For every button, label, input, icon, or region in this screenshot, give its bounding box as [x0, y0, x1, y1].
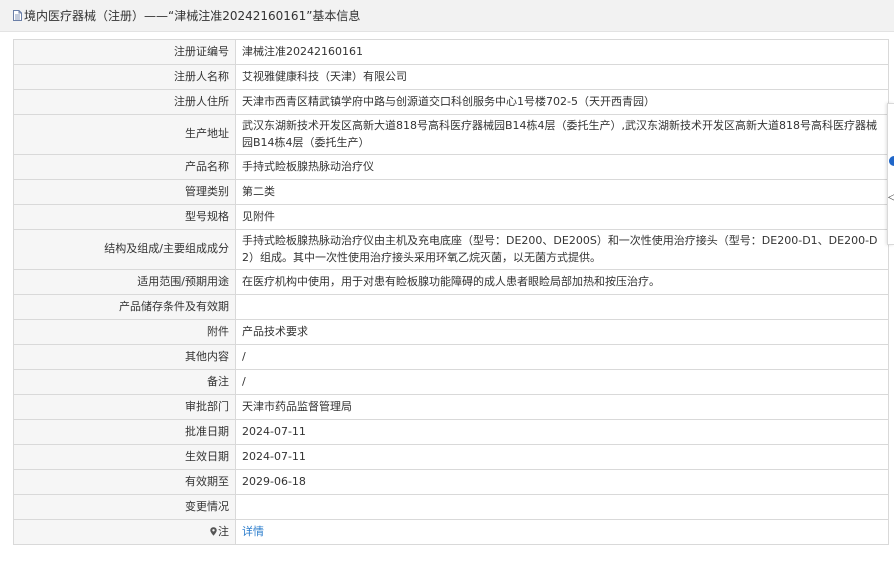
row-value: 2024-07-11 [235, 444, 889, 470]
details-link[interactable]: 详情 [242, 525, 264, 538]
pin-icon [210, 525, 217, 536]
table-row: 附件 产品技术要求 [13, 319, 889, 345]
document-icon [13, 10, 22, 21]
note-label-text: 注 [218, 524, 229, 538]
chat-icon[interactable] [889, 156, 894, 166]
note-value: 详情 [235, 519, 889, 545]
row-label: 审批部门 [13, 394, 236, 420]
row-label: 批准日期 [13, 419, 236, 445]
row-label: 产品名称 [13, 154, 236, 180]
row-label: 附件 [13, 319, 236, 345]
table-row: 生产地址 武汉东湖新技术开发区高新大道818号高科医疗器械园B14栋4层（委托生… [13, 114, 889, 155]
row-label: 适用范围/预期用途 [13, 269, 236, 295]
table-row: 适用范围/预期用途 在医疗机构中使用，用于对患有睑板腺功能障碍的成人患者眼睑局部… [13, 269, 889, 295]
table-row: 结构及组成/主要组成成分 手持式睑板腺热脉动治疗仪由主机及充电底座（型号：DE2… [13, 229, 889, 270]
row-value: 手持式睑板腺热脉动治疗仪 [235, 154, 889, 180]
table-row: 变更情况 [13, 494, 889, 520]
row-value: 天津市西青区精武镇学府中路与创源道交口科创服务中心1号楼702-5（天开西青园） [235, 89, 889, 115]
side-toolbar-icon[interactable]: ◁ [888, 192, 894, 203]
row-label: 生效日期 [13, 444, 236, 470]
table-row: 备注 / [13, 369, 889, 395]
row-value: 艾视雅健康科技（天津）有限公司 [235, 64, 889, 90]
table-row: 注册证编号 津械注准20242160161 [13, 39, 889, 65]
row-value: 2024-07-11 [235, 419, 889, 445]
table-row: 管理类别 第二类 [13, 179, 889, 205]
floating-side-toolbar[interactable]: ◁ [887, 103, 894, 245]
table-row: 产品储存条件及有效期 [13, 294, 889, 320]
row-value [235, 294, 889, 320]
row-value: 手持式睑板腺热脉动治疗仪由主机及充电底座（型号：DE200、DE200S）和一次… [235, 229, 889, 270]
row-value: / [235, 344, 889, 370]
table-row: 注册人名称 艾视雅健康科技（天津）有限公司 [13, 64, 889, 90]
table-row: 有效期至 2029-06-18 [13, 469, 889, 495]
row-value: 第二类 [235, 179, 889, 205]
detail-table: 注册证编号 津械注准20242160161 注册人名称 艾视雅健康科技（天津）有… [13, 39, 889, 545]
table-row: 型号规格 见附件 [13, 204, 889, 230]
row-label: 生产地址 [13, 114, 236, 155]
row-label: 其他内容 [13, 344, 236, 370]
row-label: 型号规格 [13, 204, 236, 230]
row-label: 备注 [13, 369, 236, 395]
row-value: 武汉东湖新技术开发区高新大道818号高科医疗器械园B14栋4层（委托生产）,武汉… [235, 114, 889, 155]
row-label: 注册人名称 [13, 64, 236, 90]
note-label: 注 [13, 519, 236, 545]
table-row: 生效日期 2024-07-11 [13, 444, 889, 470]
row-label: 注册证编号 [13, 39, 236, 65]
table-row: 注册人住所 天津市西青区精武镇学府中路与创源道交口科创服务中心1号楼702-5（… [13, 89, 889, 115]
row-label: 注册人住所 [13, 89, 236, 115]
page-header: 境内医疗器械（注册）——“津械注准20242160161”基本信息 [0, 0, 894, 32]
row-value: 2029-06-18 [235, 469, 889, 495]
row-value: 见附件 [235, 204, 889, 230]
table-row: 产品名称 手持式睑板腺热脉动治疗仪 [13, 154, 889, 180]
row-value: 在医疗机构中使用，用于对患有睑板腺功能障碍的成人患者眼睑局部加热和按压治疗。 [235, 269, 889, 295]
row-value: / [235, 369, 889, 395]
row-value: 津械注准20242160161 [235, 39, 889, 65]
row-label: 管理类别 [13, 179, 236, 205]
row-value: 产品技术要求 [235, 319, 889, 345]
row-label: 产品储存条件及有效期 [13, 294, 236, 320]
page-title: 境内医疗器械（注册）——“津械注准20242160161”基本信息 [24, 9, 361, 23]
detail-table-container: 注册证编号 津械注准20242160161 注册人名称 艾视雅健康科技（天津）有… [13, 39, 889, 545]
table-row: 批准日期 2024-07-11 [13, 419, 889, 445]
row-label: 结构及组成/主要组成成分 [13, 229, 236, 270]
row-value [235, 494, 889, 520]
table-row: 其他内容 / [13, 344, 889, 370]
table-row: 审批部门 天津市药品监督管理局 [13, 394, 889, 420]
table-row: 注 详情 [13, 519, 889, 545]
row-value: 天津市药品监督管理局 [235, 394, 889, 420]
row-label: 变更情况 [13, 494, 236, 520]
row-label: 有效期至 [13, 469, 236, 495]
